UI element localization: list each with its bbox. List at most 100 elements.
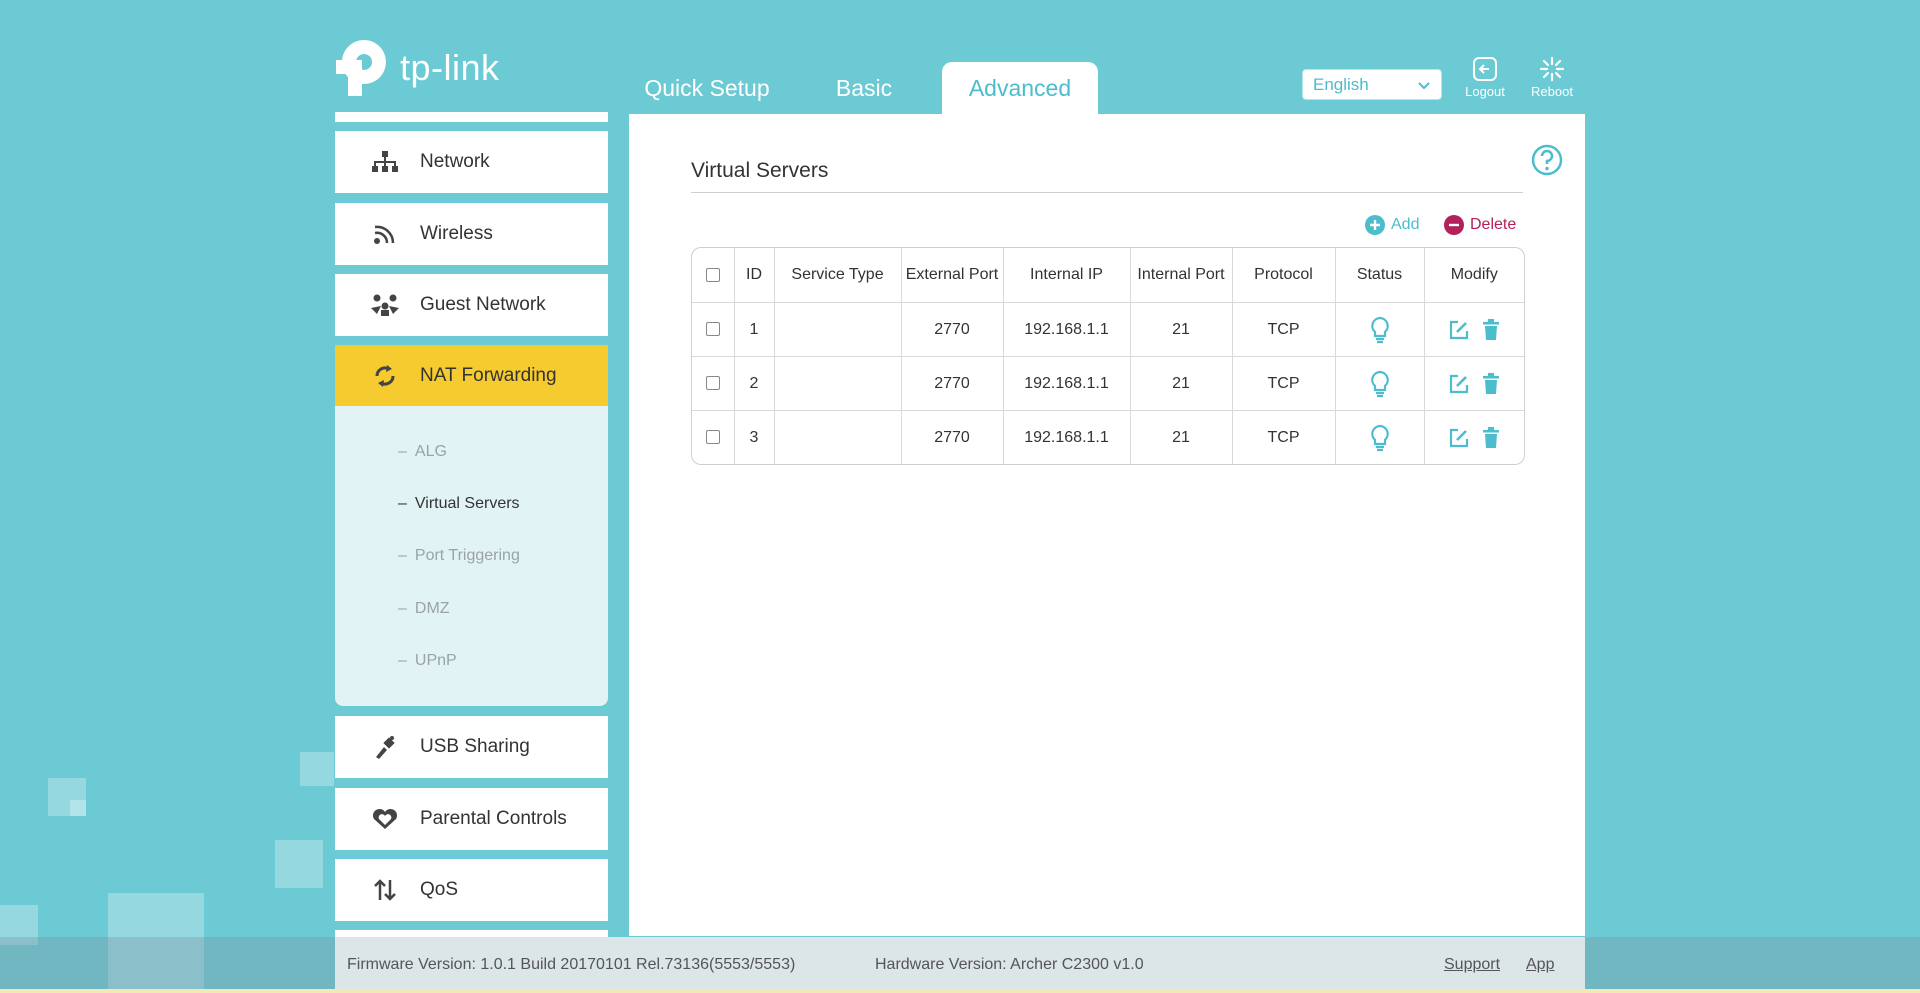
- submenu-item-label: ALG: [414, 443, 447, 460]
- wireless-icon: [370, 223, 400, 245]
- submenu-item-label: DMZ: [414, 600, 450, 617]
- table-row: 2 2770 192.168.1.1 21 TCP: [692, 356, 1524, 411]
- sidebar-item-nat-forwarding[interactable]: NAT Forwarding: [335, 345, 608, 407]
- cell-modify: [1424, 356, 1524, 411]
- sidebar-item-qos[interactable]: QoS: [335, 859, 608, 921]
- submenu-dash: –: [398, 443, 407, 460]
- select-all-cell: [692, 248, 735, 303]
- app-link[interactable]: App: [1526, 956, 1554, 974]
- minus-circle-icon: [1444, 215, 1464, 235]
- usb-icon: [370, 735, 400, 759]
- qos-icon: [370, 878, 400, 902]
- logout-icon: [1473, 57, 1497, 81]
- sidebar-item-label: QoS: [420, 879, 459, 900]
- background-decoration: [70, 800, 86, 816]
- submenu-dash: –: [398, 652, 407, 669]
- guest-network-icon: [370, 294, 400, 316]
- cell-external-port: 2770: [901, 410, 1004, 464]
- add-button[interactable]: Add: [1365, 215, 1419, 235]
- table-row: 3 2770 192.168.1.1 21 TCP: [692, 410, 1524, 464]
- cell-service-type: [774, 410, 902, 464]
- add-label: Add: [1391, 216, 1420, 233]
- submenu-item-label: UPnP: [414, 652, 457, 669]
- sidebar-item-guest-network[interactable]: Guest Network: [335, 274, 608, 336]
- cell-id: 2: [734, 356, 775, 411]
- submenu-item-upnp[interactable]: – UPnP: [398, 652, 457, 670]
- submenu-dash: –: [398, 495, 407, 512]
- submenu-item-port-triggering[interactable]: – Port Triggering: [398, 547, 520, 565]
- cell-id: 3: [734, 410, 775, 464]
- column-header: Status: [1335, 248, 1425, 303]
- submenu-dash: –: [398, 547, 407, 564]
- trash-icon[interactable]: [1482, 318, 1500, 341]
- tab-advanced[interactable]: Advanced: [942, 62, 1098, 114]
- cell-status: [1335, 410, 1425, 464]
- cell-internal-port: 21: [1130, 356, 1233, 411]
- cell-protocol: TCP: [1232, 302, 1336, 357]
- cell-internal-ip: 192.168.1.1: [1003, 356, 1131, 411]
- submenu-item-virtual-servers[interactable]: – Virtual Servers: [398, 495, 520, 513]
- edit-icon[interactable]: [1448, 373, 1470, 395]
- page-title: Virtual Servers: [691, 159, 829, 182]
- nat-forwarding-icon: [370, 364, 400, 388]
- row-select-cell: [692, 356, 735, 411]
- reboot-button[interactable]: Reboot: [1522, 56, 1582, 99]
- firmware-version: Firmware Version: 1.0.1 Build 20170101 R…: [347, 956, 796, 973]
- chevron-down-icon: [1418, 82, 1430, 90]
- column-header: Protocol: [1232, 248, 1336, 303]
- row-checkbox[interactable]: [705, 376, 720, 391]
- sidebar-item-label: Guest Network: [420, 294, 546, 315]
- reboot-label: Reboot: [1531, 84, 1573, 99]
- cell-internal-port: 21: [1130, 302, 1233, 357]
- status-bulb-icon[interactable]: [1369, 370, 1391, 398]
- submenu-item-dmz[interactable]: – DMZ: [398, 600, 450, 618]
- delete-button[interactable]: Delete: [1444, 215, 1516, 235]
- sidebar-item-label: Wireless: [420, 223, 493, 244]
- logout-button[interactable]: Logout: [1455, 56, 1515, 99]
- sidebar-item-wireless[interactable]: Wireless: [335, 203, 608, 265]
- sidebar-item-partial: [335, 112, 608, 122]
- main-panel: Virtual Servers Add Delete ID Service Ty…: [629, 114, 1585, 936]
- cell-id: 1: [734, 302, 775, 357]
- cell-protocol: TCP: [1232, 356, 1336, 411]
- hardware-version: Hardware Version: Archer C2300 v1.0: [875, 956, 1144, 973]
- cell-external-port: 2770: [901, 302, 1004, 357]
- sidebar-item-label: USB Sharing: [420, 736, 530, 757]
- plus-circle-icon: [1365, 215, 1385, 235]
- tab-basic[interactable]: Basic: [820, 62, 908, 114]
- select-all-checkbox[interactable]: [705, 267, 720, 282]
- reboot-icon: [1539, 56, 1565, 82]
- tp-link-logo-icon: [336, 40, 386, 96]
- submenu-item-label: Virtual Servers: [414, 495, 520, 512]
- status-bulb-icon[interactable]: [1369, 316, 1391, 344]
- tab-quick-setup[interactable]: Quick Setup: [636, 62, 778, 114]
- background-decoration: [300, 752, 334, 786]
- row-checkbox[interactable]: [705, 322, 720, 337]
- trash-icon[interactable]: [1482, 372, 1500, 395]
- edit-icon[interactable]: [1448, 427, 1470, 449]
- row-checkbox[interactable]: [705, 430, 720, 445]
- virtual-servers-table: ID Service Type External Port Internal I…: [691, 247, 1525, 465]
- help-button[interactable]: [1531, 144, 1563, 181]
- cell-status: [1335, 356, 1425, 411]
- sidebar-item-parental-controls[interactable]: Parental Controls: [335, 788, 608, 850]
- title-divider: [691, 192, 1523, 193]
- status-bulb-icon[interactable]: [1369, 424, 1391, 452]
- edit-icon[interactable]: [1448, 319, 1470, 341]
- trash-icon[interactable]: [1482, 426, 1500, 449]
- submenu-item-label: Port Triggering: [414, 547, 520, 564]
- language-select-value: English: [1313, 74, 1369, 94]
- brand-name: tp-link: [400, 47, 500, 88]
- cell-internal-ip: 192.168.1.1: [1003, 302, 1131, 357]
- submenu-item-alg[interactable]: – ALG: [398, 443, 447, 461]
- delete-label: Delete: [1470, 216, 1517, 233]
- nat-forwarding-submenu: – ALG – Virtual Servers – Port Triggering –…: [335, 406, 608, 706]
- cell-service-type: [774, 302, 902, 357]
- cell-protocol: TCP: [1232, 410, 1336, 464]
- column-header: ID: [734, 248, 775, 303]
- cell-service-type: [774, 356, 902, 411]
- sidebar-item-usb-sharing[interactable]: USB Sharing: [335, 716, 608, 778]
- language-select[interactable]: English: [1302, 69, 1442, 100]
- sidebar-item-network[interactable]: Network: [335, 131, 608, 193]
- support-link[interactable]: Support: [1444, 956, 1500, 974]
